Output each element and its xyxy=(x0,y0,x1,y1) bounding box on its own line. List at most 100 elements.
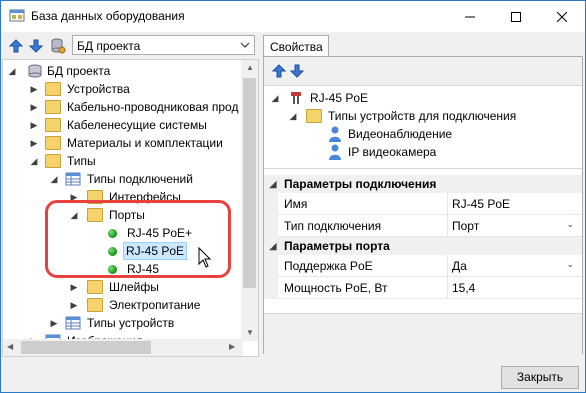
category-port-params[interactable]: ◢ Параметры порта xyxy=(264,237,582,255)
source-select[interactable]: БД проекта xyxy=(72,35,255,55)
move-down-button[interactable] xyxy=(27,37,45,55)
scroll-down-icon[interactable]: ▼ xyxy=(246,328,254,337)
category-connection-params[interactable]: ◢ Параметры подключения xyxy=(264,175,582,193)
expand-icon[interactable]: ▶ xyxy=(29,98,39,116)
property-name: Поддержка PoE xyxy=(284,259,373,273)
minimize-button[interactable] xyxy=(447,1,493,32)
collapse-icon[interactable]: ◢ xyxy=(7,62,17,80)
scroll-right-icon[interactable]: ▶ xyxy=(229,342,235,351)
chevron-down-icon[interactable]: ⌄ xyxy=(566,219,574,230)
tree-label: Порты xyxy=(109,208,145,222)
property-value[interactable]: RJ-45 PoE xyxy=(452,197,510,211)
expand-icon[interactable]: ▶ xyxy=(29,80,39,98)
folder-icon xyxy=(87,298,103,312)
close-window-button[interactable] xyxy=(539,1,585,32)
move-up-button[interactable] xyxy=(270,62,288,80)
property-description-area xyxy=(264,313,582,354)
info-child-label: Видеонаблюдение xyxy=(348,127,453,141)
app-icon xyxy=(9,9,25,22)
properties-toolbar xyxy=(264,57,582,85)
tree-label: Кабельно-проводниковая прод xyxy=(67,100,239,114)
info-group-label: Типы устройств для подключения xyxy=(328,109,517,123)
mouse-cursor-icon xyxy=(198,247,212,268)
port-status-icon xyxy=(108,229,117,238)
maximize-button[interactable] xyxy=(493,1,539,32)
collapse-icon[interactable]: ◢ xyxy=(268,175,278,193)
arrow-up-icon xyxy=(9,39,23,53)
expand-icon[interactable]: ▶ xyxy=(29,134,39,152)
expand-icon[interactable]: ▶ xyxy=(69,296,79,314)
user-icon xyxy=(329,144,341,160)
expand-icon[interactable]: ▶ xyxy=(69,188,79,206)
folder-icon xyxy=(45,118,61,132)
tree-horizontal-scroll-thumb[interactable] xyxy=(21,341,151,354)
property-value[interactable]: Да xyxy=(452,259,467,273)
maximize-icon xyxy=(511,11,521,22)
folder-open-icon xyxy=(87,208,103,222)
database-settings-button[interactable] xyxy=(49,37,67,55)
info-item-label: RJ-45 PoE xyxy=(310,91,369,105)
expand-icon[interactable]: ▶ xyxy=(69,278,79,296)
equipment-tree: ◢ БД проекта ▶ Устройства ▶ Кабельно-про… xyxy=(2,59,259,357)
port-status-icon xyxy=(108,247,117,256)
row-gutter xyxy=(264,215,278,237)
close-button[interactable]: Закрыть xyxy=(501,366,579,389)
tree-label: Устройства xyxy=(67,82,130,96)
column-divider xyxy=(447,215,448,237)
tree-label: БД проекта xyxy=(47,64,111,78)
row-gutter xyxy=(264,193,278,215)
property-value[interactable]: Порт xyxy=(452,219,479,233)
row-gutter xyxy=(264,277,278,299)
tree-label: RJ-45 PoE xyxy=(123,242,188,260)
table-icon xyxy=(65,316,81,330)
folder-open-icon xyxy=(306,109,322,123)
table-icon xyxy=(65,172,81,186)
property-row-poe-power[interactable]: Мощность PoE, Вт 15,4 xyxy=(264,277,582,299)
expand-icon[interactable]: ▶ xyxy=(49,314,59,332)
properties-panel: ◢ RJ-45 PoE ◢ Типы устройств для подключ… xyxy=(263,56,583,354)
property-name: Мощность PoE, Вт xyxy=(284,281,388,295)
expand-icon[interactable]: ▶ xyxy=(29,116,39,134)
tree-label: RJ-45 PoE+ xyxy=(127,226,193,240)
close-icon xyxy=(557,11,567,22)
tree-label: Типы устройств xyxy=(87,316,175,330)
arrow-down-icon xyxy=(290,64,304,78)
collapse-icon[interactable]: ◢ xyxy=(29,152,39,170)
title-bar: База данных оборудования xyxy=(1,1,585,32)
move-up-button[interactable] xyxy=(7,37,25,55)
scroll-up-icon[interactable]: ▲ xyxy=(246,63,254,72)
database-icon xyxy=(28,64,42,78)
property-name: Тип подключения xyxy=(284,219,382,233)
folder-open-icon xyxy=(45,154,61,168)
scroll-left-icon[interactable]: ◀ xyxy=(7,342,13,351)
column-divider xyxy=(447,193,448,215)
port-status-icon xyxy=(108,265,117,274)
tree-vertical-scroll-thumb[interactable] xyxy=(243,78,256,288)
tree-label: Типы xyxy=(67,154,96,168)
category-title: Параметры порта xyxy=(284,239,390,253)
move-down-button[interactable] xyxy=(288,62,306,80)
tree-label: Шлейфы xyxy=(109,280,159,294)
arrow-down-icon xyxy=(29,39,43,53)
collapse-icon[interactable]: ◢ xyxy=(268,237,278,255)
property-row-poe-support[interactable]: Поддержка PoE Да ⌄ xyxy=(264,255,582,277)
window-title: База данных оборудования xyxy=(31,9,185,23)
tree-label: RJ-45 xyxy=(127,262,160,276)
tab-properties[interactable]: Свойства xyxy=(263,35,329,57)
collapse-icon[interactable]: ◢ xyxy=(270,89,280,107)
chevron-down-icon xyxy=(240,42,250,48)
source-select-value: БД проекта xyxy=(77,39,141,53)
chevron-down-icon[interactable]: ⌄ xyxy=(566,259,574,270)
tree-horizontal-scrollbar[interactable]: ◀ ▶ xyxy=(3,339,243,356)
folder-icon xyxy=(87,190,103,204)
collapse-icon[interactable]: ◢ xyxy=(288,107,298,125)
property-row-name[interactable]: Имя RJ-45 PoE xyxy=(264,193,582,215)
property-row-connection-type[interactable]: Тип подключения Порт ⌄ xyxy=(264,215,582,237)
property-value[interactable]: 15,4 xyxy=(452,281,475,295)
tree-vertical-scrollbar[interactable]: ▲ ▼ xyxy=(241,60,258,341)
collapse-icon[interactable]: ◢ xyxy=(69,206,79,224)
tab-label: Свойства xyxy=(270,40,323,54)
tree-label: Материалы и комплектации xyxy=(67,136,223,150)
tree-label: Интерфейсы xyxy=(109,190,181,204)
collapse-icon[interactable]: ◢ xyxy=(49,170,59,188)
